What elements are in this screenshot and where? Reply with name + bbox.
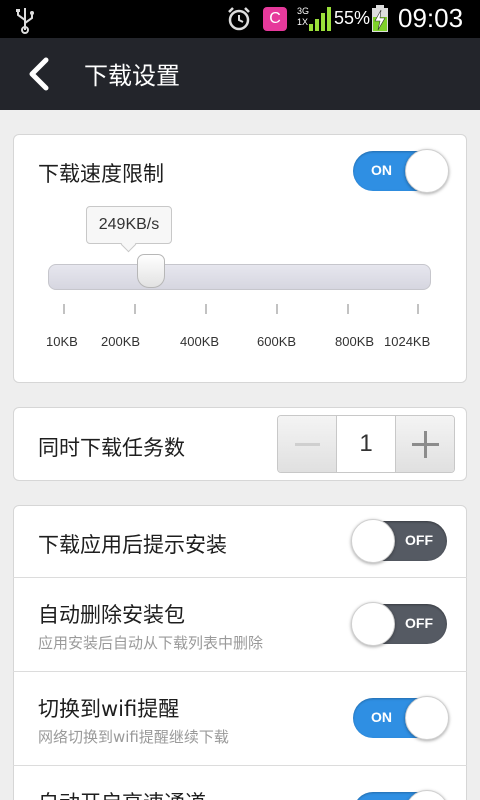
slider-tick-label: 10KB: [46, 334, 78, 349]
slider-value-tooltip: 249KB/s: [86, 206, 172, 244]
back-arrow-icon: [29, 57, 49, 91]
row-divider: [13, 671, 467, 672]
minus-icon: [295, 443, 320, 446]
speed-slider-thumb[interactable]: [137, 254, 166, 288]
slider-tick-label: 200KB: [101, 334, 141, 349]
high-speed-channel-label: 自动开启高速通道: [38, 787, 206, 800]
toggle-knob: [351, 519, 395, 563]
row-divider: [13, 577, 467, 578]
wifi-reminder-description: 网络切换到wifi提醒继续下载: [38, 728, 229, 746]
plus-icon: [412, 431, 439, 458]
toggle-knob: [405, 149, 449, 193]
battery-percent: 55%: [334, 8, 371, 28]
battery-charging-icon: [370, 5, 390, 37]
wifi-reminder-toggle[interactable]: ON: [353, 696, 449, 740]
slider-tick: [134, 304, 136, 314]
slider-tick-label: 800KB: [335, 334, 375, 349]
speed-slider-track[interactable]: [48, 264, 431, 290]
signal-icon: [308, 6, 332, 36]
app-notification-icon: C: [263, 7, 287, 31]
speed-limit-label: 下载速度限制: [38, 162, 164, 186]
slider-tick: [63, 304, 65, 314]
task-count-stepper: 1: [277, 415, 455, 473]
increment-button[interactable]: [395, 416, 454, 472]
wifi-reminder-label: 切换到wifi提醒: [38, 697, 180, 721]
decrement-button[interactable]: [278, 416, 337, 472]
prompt-install-label: 下载应用后提示安装: [38, 533, 227, 557]
slider-tick-label: 1024KB: [384, 334, 431, 349]
slider-tick: [205, 304, 207, 314]
status-bar: C 3G 1X 55% 09:03: [0, 0, 480, 38]
toggle-knob: [405, 696, 449, 740]
slider-tick-label: 400KB: [180, 334, 220, 349]
auto-delete-label: 自动删除安装包: [38, 603, 185, 627]
row-divider: [13, 765, 467, 766]
alarm-icon: [226, 6, 252, 36]
task-count-value: 1: [337, 416, 395, 472]
usb-icon: [12, 6, 38, 38]
slider-tick: [347, 304, 349, 314]
app-header: 下载设置: [0, 38, 480, 110]
toggle-knob: [351, 602, 395, 646]
high-speed-channel-toggle[interactable]: ON: [353, 790, 449, 800]
slider-tick: [276, 304, 278, 314]
speed-limit-toggle[interactable]: ON: [353, 149, 449, 193]
concurrent-tasks-label: 同时下载任务数: [38, 436, 185, 460]
slider-tick-label: 600KB: [257, 334, 297, 349]
clock: 09:03: [398, 3, 464, 33]
prompt-install-toggle[interactable]: OFF: [351, 519, 447, 563]
auto-delete-toggle[interactable]: OFF: [351, 602, 447, 646]
slider-tick: [417, 304, 419, 314]
back-button[interactable]: [22, 54, 62, 94]
auto-delete-description: 应用安装后自动从下载列表中删除: [38, 634, 264, 652]
page-title: 下载设置: [84, 62, 180, 90]
